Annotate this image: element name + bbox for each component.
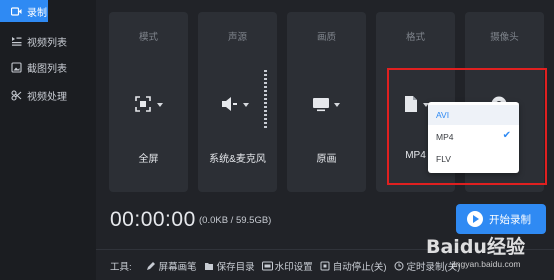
format-dropdown[interactable]: AVI MP4 ✔ FLV — [428, 102, 519, 173]
format-option-flv[interactable]: FLV — [428, 149, 519, 169]
file-size: (0.0KB / 59.5GB) — [199, 215, 272, 226]
card-title: 模式 — [138, 32, 158, 43]
sidebar-item-screenshot-list[interactable]: 截图列表 — [0, 56, 96, 78]
card-title: 画质 — [316, 32, 336, 43]
monitor-icon[interactable] — [287, 94, 366, 114]
toolbar: 工具: 屏幕画笔 保存目录 水印设置 自动停止(关) 定时录制(关) — [110, 259, 460, 273]
audio-source-card[interactable]: 声源 系统&麦克风 — [198, 12, 277, 192]
play-icon — [467, 211, 483, 227]
start-record-label: 开始录制 — [489, 213, 531, 226]
watermark-icon — [261, 261, 273, 272]
fullscreen-icon[interactable] — [109, 94, 188, 114]
toolbar-label: 工具: — [110, 262, 132, 273]
card-value: 系统&麦克风 — [209, 154, 266, 165]
sidebar: 录制 视频列表 截图列表 视频处理 — [0, 0, 96, 280]
timer-icon — [394, 261, 405, 272]
tool-label: 水印设置 — [274, 262, 313, 273]
save-dir-button[interactable]: 保存目录 — [204, 259, 255, 273]
video-list-icon — [8, 36, 24, 46]
card-value: 全屏 — [138, 154, 159, 165]
quality-card[interactable]: 画质 原画 — [287, 12, 366, 192]
format-option-avi[interactable]: AVI — [428, 105, 519, 125]
card-title: 声源 — [227, 32, 247, 43]
watermark-brand: Baidu经验 — [426, 236, 525, 258]
sidebar-item-label: 视频列表 — [27, 37, 67, 49]
auto-stop-button[interactable]: 自动停止(关) — [320, 259, 387, 273]
watermark-settings-button[interactable]: 水印设置 — [261, 259, 313, 273]
sidebar-item-label: 截图列表 — [27, 63, 67, 75]
card-title: 摄像头 — [490, 32, 519, 43]
pen-icon — [146, 261, 157, 272]
card-value: 原画 — [316, 154, 337, 165]
record-icon — [8, 6, 24, 17]
sidebar-item-video-process[interactable]: 视频处理 — [0, 84, 96, 106]
card-title: 格式 — [405, 32, 425, 43]
auto-stop-icon — [320, 261, 331, 272]
record-timer: 00:00:00 — [110, 208, 196, 231]
watermark-domain: jingyan.baidu.com — [452, 259, 521, 269]
folder-icon — [204, 261, 215, 272]
mode-card[interactable]: 模式 全屏 — [109, 12, 188, 192]
sidebar-item-video-list[interactable]: 视频列表 — [0, 30, 96, 52]
sidebar-item-record[interactable]: 录制 — [0, 0, 48, 22]
baidu-watermark: Baidu经验 jingyan.baidu.com — [424, 230, 552, 278]
sidebar-item-label: 录制 — [27, 7, 47, 19]
tool-label: 屏幕画笔 — [158, 262, 197, 273]
format-option-mp4[interactable]: MP4 ✔ — [428, 127, 519, 147]
format-option-label: MP4 — [436, 132, 454, 142]
sidebar-item-label: 视频处理 — [27, 91, 67, 103]
tool-label: 保存目录 — [216, 262, 255, 273]
video-process-icon — [8, 89, 24, 101]
screenshot-list-icon — [8, 61, 24, 73]
tool-label: 自动停止(关) — [332, 262, 387, 273]
volume-meter — [264, 70, 267, 130]
check-icon: ✔ — [502, 130, 511, 141]
screen-pen-button[interactable]: 屏幕画笔 — [146, 259, 197, 273]
